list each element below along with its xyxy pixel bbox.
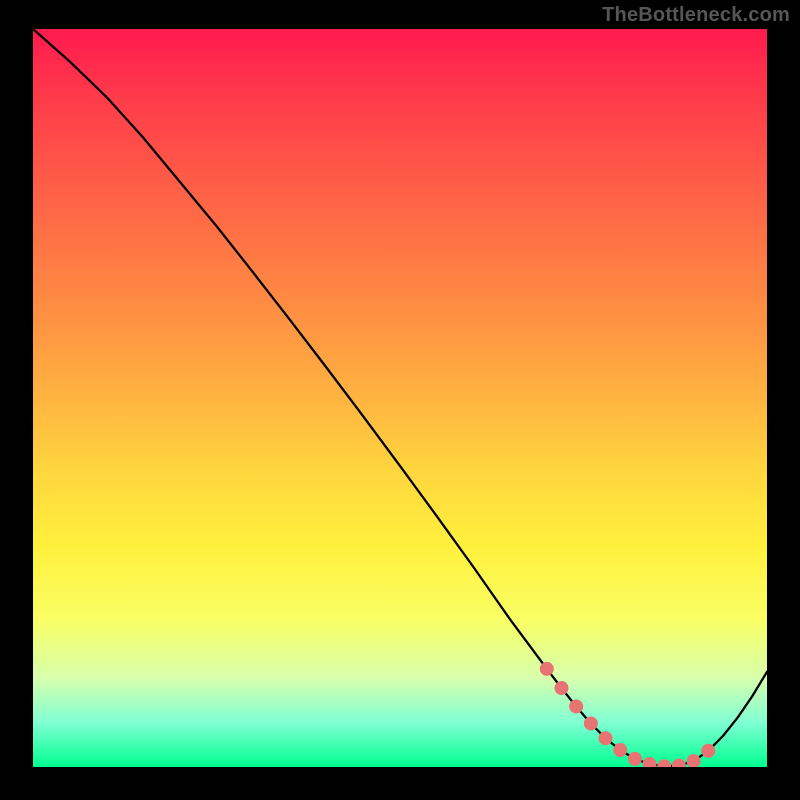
attribution-text: TheBottleneck.com bbox=[602, 4, 790, 27]
optimal-marker bbox=[540, 662, 554, 676]
optimal-marker bbox=[643, 757, 657, 767]
optimal-marker bbox=[569, 699, 583, 713]
optimal-marker bbox=[657, 759, 671, 767]
optimal-marker bbox=[687, 754, 701, 767]
chart-stage: TheBottleneck.com bbox=[0, 0, 800, 800]
plot-area bbox=[33, 29, 767, 767]
optimal-marker bbox=[701, 744, 715, 758]
optimal-marker bbox=[672, 759, 686, 767]
optimal-marker bbox=[599, 731, 613, 745]
optimal-range-markers bbox=[540, 662, 715, 767]
optimal-marker bbox=[584, 716, 598, 730]
bottleneck-curve bbox=[33, 29, 767, 766]
curve-layer bbox=[33, 29, 767, 767]
optimal-marker bbox=[613, 743, 627, 757]
optimal-marker bbox=[628, 752, 642, 766]
optimal-marker bbox=[554, 681, 568, 695]
